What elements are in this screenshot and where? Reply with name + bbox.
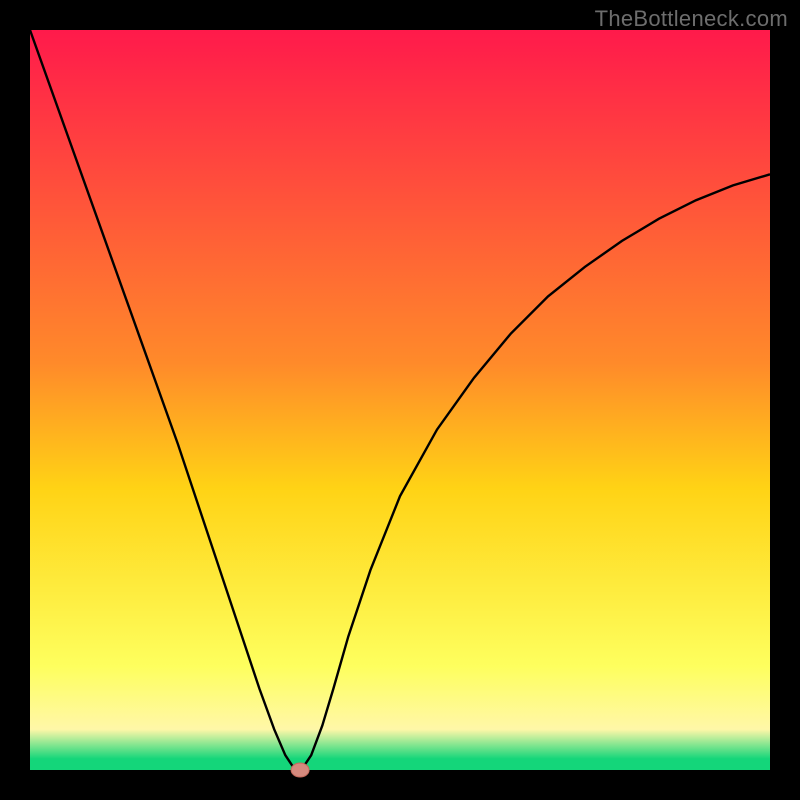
- bottleneck-chart: [0, 0, 800, 800]
- optimal-point-marker: [291, 763, 309, 777]
- gradient-background: [30, 30, 770, 770]
- green-band: [30, 759, 770, 770]
- chart-frame: { "watermark": "TheBottleneck.com", "col…: [0, 0, 800, 800]
